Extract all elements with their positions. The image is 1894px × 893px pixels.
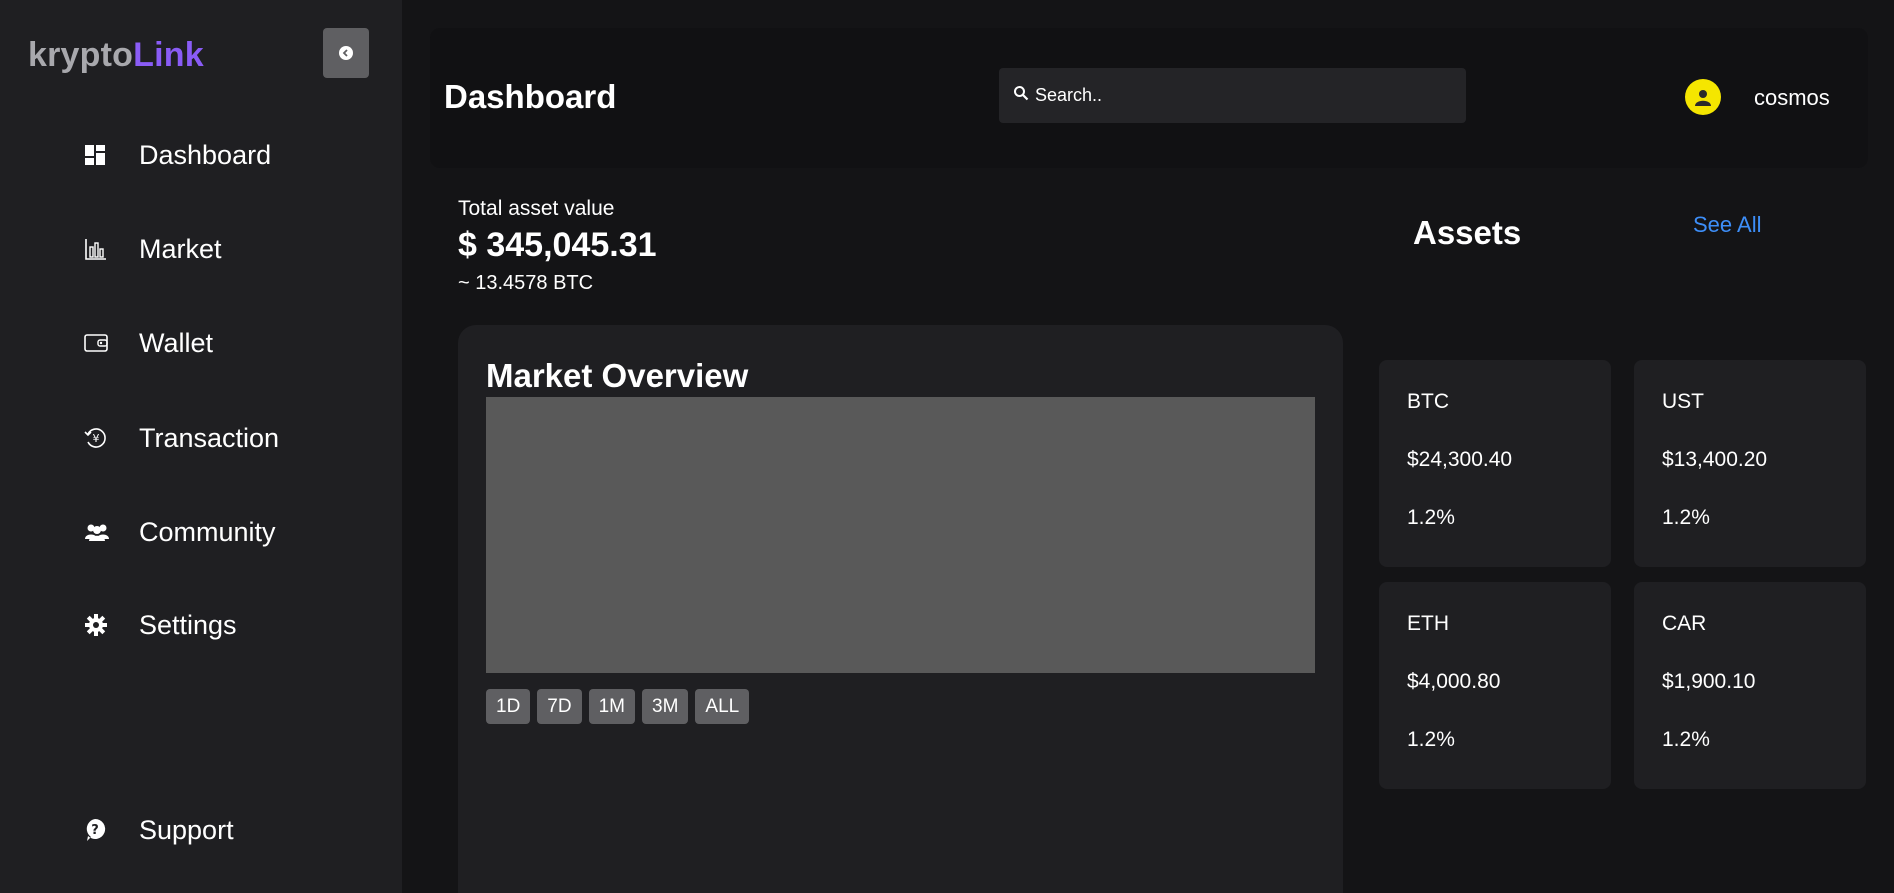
sidebar-item-label: Support — [139, 814, 234, 845]
sidebar-item-market[interactable]: Market — [84, 229, 384, 269]
range-button-1m[interactable]: 1M — [588, 689, 635, 724]
asset-symbol: ETH — [1407, 612, 1449, 635]
sidebar-item-label: Community — [139, 516, 276, 547]
asset-price: $1,900.10 — [1662, 670, 1756, 693]
asset-price: $24,300.40 — [1407, 448, 1513, 471]
wallet-icon — [84, 329, 112, 357]
range-button-1d[interactable]: 1D — [486, 689, 531, 724]
see-all-link[interactable]: See All — [1693, 212, 1762, 238]
asset-symbol: CAR — [1662, 612, 1707, 635]
market-chart-placeholder — [486, 397, 1315, 673]
community-icon — [84, 518, 112, 546]
collapse-sidebar-button[interactable] — [323, 28, 369, 78]
sidebar-item-wallet[interactable]: Wallet — [84, 323, 384, 363]
asset-change: 1.2% — [1407, 506, 1455, 529]
sidebar-item-label: Dashboard — [139, 139, 272, 170]
sidebar-item-label: Market — [139, 233, 222, 264]
bar-chart-icon — [84, 235, 112, 263]
logo[interactable]: kryptoLink — [28, 36, 204, 75]
market-overview-title: Market Overview — [486, 357, 749, 394]
search-box[interactable] — [999, 68, 1466, 123]
logo-part-1: krypto — [28, 36, 134, 74]
range-button-7d[interactable]: 7D — [537, 689, 582, 724]
asset-card-ust[interactable]: UST $13,400.20 1.2% — [1634, 360, 1866, 567]
range-button-all[interactable]: ALL — [695, 689, 750, 724]
assets-title: Assets — [1413, 214, 1522, 251]
asset-change: 1.2% — [1662, 728, 1710, 751]
sidebar-item-dashboard[interactable]: Dashboard — [84, 135, 384, 175]
dashboard-icon — [84, 141, 112, 169]
app-root: kryptoLink Dashboard Market Wallet ¥ Tra… — [0, 0, 1894, 893]
asset-change: 1.2% — [1662, 506, 1710, 529]
search-icon — [1013, 85, 1029, 106]
sidebar-item-community[interactable]: Community — [84, 512, 384, 552]
sidebar-item-label: Transaction — [139, 422, 280, 453]
asset-price: $13,400.20 — [1662, 448, 1768, 471]
search-input[interactable] — [1035, 85, 1455, 106]
range-selector: 1D 7D 1M 3M ALL — [486, 689, 756, 724]
svg-text:¥: ¥ — [93, 432, 100, 445]
logo-part-2: Link — [133, 36, 204, 74]
asset-card-eth[interactable]: ETH $4,000.80 1.2% — [1379, 582, 1611, 789]
asset-card-btc[interactable]: BTC $24,300.40 1.2% — [1379, 360, 1611, 567]
gear-icon — [84, 611, 112, 639]
transaction-icon: ¥ — [84, 424, 112, 452]
sidebar-item-transaction[interactable]: ¥ Transaction — [84, 418, 384, 458]
asset-price: $4,000.80 — [1407, 670, 1501, 693]
sidebar-item-label: Wallet — [139, 327, 214, 358]
chevron-left-icon — [339, 46, 353, 60]
total-asset-btc: ~ 13.4578 BTC — [458, 272, 594, 294]
total-asset-value: $ 345,045.31 — [458, 226, 657, 264]
page-title: Dashboard — [444, 78, 617, 115]
asset-symbol: UST — [1662, 390, 1704, 413]
asset-change: 1.2% — [1407, 728, 1455, 751]
help-icon: ? — [84, 816, 112, 844]
sidebar: kryptoLink Dashboard Market Wallet ¥ Tra… — [0, 0, 402, 893]
avatar[interactable] — [1685, 79, 1721, 115]
user-icon — [1695, 90, 1711, 106]
sidebar-item-support[interactable]: ? Support — [84, 810, 384, 850]
range-button-3m[interactable]: 3M — [642, 689, 689, 724]
asset-card-car[interactable]: CAR $1,900.10 1.2% — [1634, 582, 1866, 789]
sidebar-item-settings[interactable]: Settings — [84, 605, 384, 645]
sidebar-item-label: Settings — [139, 609, 237, 640]
svg-text:?: ? — [91, 823, 99, 838]
asset-symbol: BTC — [1407, 390, 1449, 413]
total-asset-label: Total asset value — [458, 197, 615, 220]
username[interactable]: cosmos — [1754, 85, 1830, 111]
